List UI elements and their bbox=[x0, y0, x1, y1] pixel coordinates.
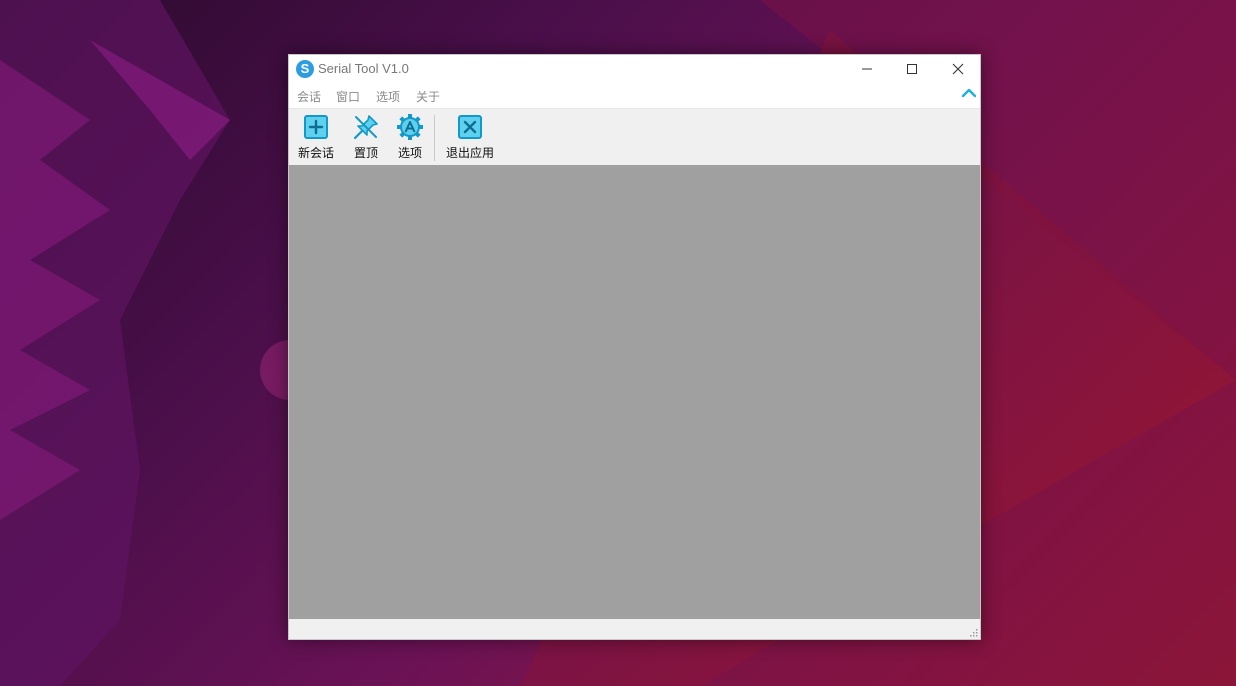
minimize-button[interactable] bbox=[844, 55, 890, 83]
pin-icon bbox=[353, 115, 378, 140]
new-session-label: 新会话 bbox=[298, 146, 335, 160]
close-icon bbox=[952, 63, 964, 75]
window-title: Serial Tool V1.0 bbox=[318, 61, 409, 76]
status-bar bbox=[289, 619, 980, 639]
collapse-ribbon-icon[interactable] bbox=[960, 86, 978, 100]
menu-session[interactable]: 会话 bbox=[297, 88, 321, 105]
toolbar-separator bbox=[434, 115, 435, 161]
options-button[interactable]: 选项 bbox=[396, 113, 424, 163]
settings-icon bbox=[397, 114, 423, 140]
maximize-button[interactable] bbox=[889, 55, 935, 83]
exit-app-button[interactable]: 退出应用 bbox=[446, 113, 494, 163]
menu-bar: 会话 窗口 选项 关于 bbox=[289, 85, 980, 107]
app-logo-icon: S bbox=[296, 60, 314, 78]
menu-options[interactable]: 选项 bbox=[376, 88, 400, 105]
menu-about[interactable]: 关于 bbox=[416, 88, 440, 105]
new-session-button[interactable]: 新会话 bbox=[298, 113, 334, 163]
mdi-workspace[interactable] bbox=[289, 165, 980, 619]
pin-button[interactable]: 置顶 bbox=[352, 113, 380, 163]
toolbar: 新会话 置顶 选项 退出应用 bbox=[289, 108, 980, 166]
exit-icon bbox=[458, 115, 482, 139]
title-bar[interactable]: S Serial Tool V1.0 bbox=[289, 55, 980, 85]
new-session-icon bbox=[304, 115, 328, 139]
app-window: S Serial Tool V1.0 会话 窗口 选项 关于 新会话 置顶 选项… bbox=[288, 54, 981, 640]
menu-window[interactable]: 窗口 bbox=[336, 88, 360, 105]
resize-grip-icon[interactable] bbox=[968, 627, 978, 637]
minimize-icon bbox=[862, 68, 872, 70]
maximize-icon bbox=[907, 64, 917, 74]
pin-label: 置顶 bbox=[353, 146, 378, 160]
options-label: 选项 bbox=[397, 146, 422, 160]
exit-app-label: 退出应用 bbox=[446, 146, 495, 160]
close-button[interactable] bbox=[935, 55, 981, 83]
